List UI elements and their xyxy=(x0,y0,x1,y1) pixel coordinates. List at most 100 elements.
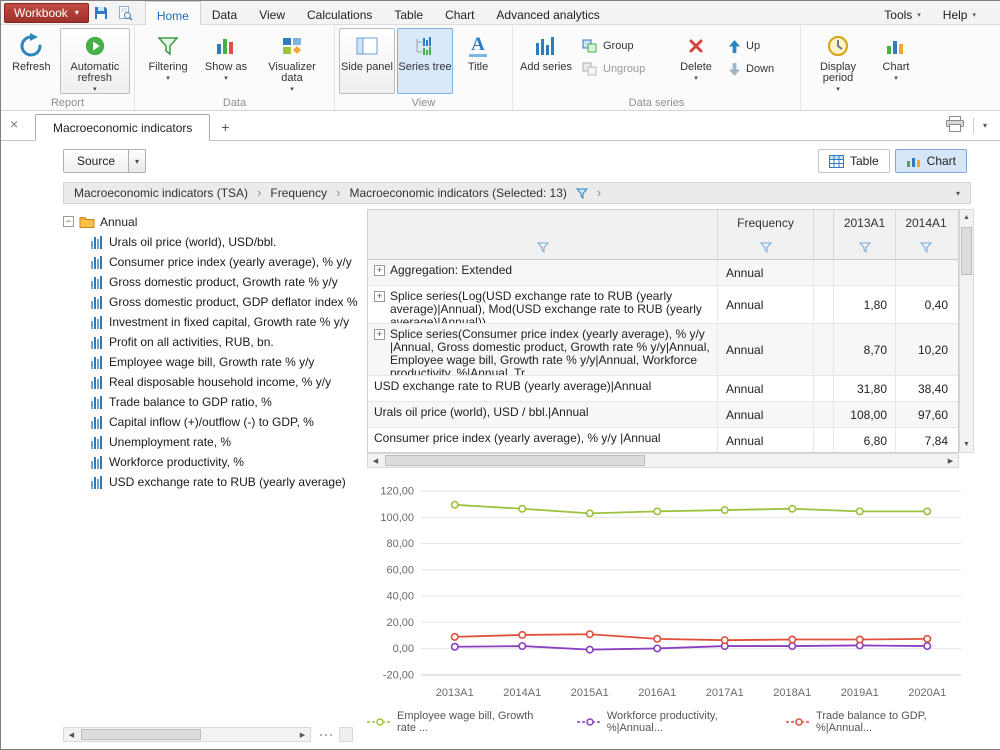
chevron-down-icon[interactable]: ▾ xyxy=(956,189,960,198)
table-row[interactable]: +Aggregation: ExtendedAnnual xyxy=(368,260,958,286)
table-row[interactable]: Urals oil price (world), USD / bbl.|Annu… xyxy=(368,402,958,428)
menu-item-calculations[interactable]: Calculations xyxy=(296,1,383,24)
tree-item[interactable]: Workforce productivity, % xyxy=(63,452,361,472)
delete-button[interactable]: Delete ▾ xyxy=(671,28,721,94)
source-button[interactable]: Source ▾ xyxy=(63,149,146,173)
chart-svg[interactable]: 120,00100,0080,0060,0040,0020,000,00-20,… xyxy=(367,479,973,705)
tree-item[interactable]: Gross domestic product, GDP deflator ind… xyxy=(63,292,361,312)
table-vscrollbar[interactable]: ▲ ▼ xyxy=(959,209,974,453)
menu-item-table[interactable]: Table xyxy=(383,1,434,24)
table-row[interactable]: Consumer price index (yearly average), %… xyxy=(368,428,958,453)
delete-label: Delete xyxy=(680,62,712,73)
add-series-button[interactable]: Add series xyxy=(517,28,575,94)
tree-item[interactable]: Real disposable household income, % y/y xyxy=(63,372,361,392)
tree-item[interactable]: Urals oil price (world), USD/bbl. xyxy=(63,232,361,252)
save-button[interactable] xyxy=(89,3,113,23)
tree-item[interactable]: Capital inflow (+)/outflow (-) to GDP, % xyxy=(63,412,361,432)
scroll-down-icon[interactable]: ▼ xyxy=(960,437,973,452)
header-2013-column[interactable]: 2013A1 xyxy=(834,210,896,259)
scrollbar-track[interactable] xyxy=(960,225,973,437)
add-tab-button[interactable]: + xyxy=(210,114,240,140)
tree-hscrollbar[interactable]: ◀ ▶ xyxy=(63,727,311,742)
scrollbar-thumb[interactable] xyxy=(385,455,645,466)
scroll-up-icon[interactable]: ▲ xyxy=(960,210,973,225)
side-panel-button[interactable]: Side panel xyxy=(339,28,395,94)
tree-item[interactable]: Profit on all activities, RUB, bn. xyxy=(63,332,361,352)
expand-icon[interactable]: + xyxy=(374,329,385,340)
table-row[interactable]: +Splice series(Log(USD exchange rate to … xyxy=(368,286,958,324)
tree-item[interactable]: Unemployment rate, % xyxy=(63,432,361,452)
header-name-column[interactable] xyxy=(368,210,718,259)
table-view-button[interactable]: Table xyxy=(818,149,890,173)
tree-item[interactable]: Consumer price index (yearly average), %… xyxy=(63,252,361,272)
breadcrumb-item-selection[interactable]: Macroeconomic indicators (Selected: 13) xyxy=(349,186,566,200)
legend-item[interactable]: Trade balance to GDP, %|Annual... xyxy=(786,710,973,734)
scroll-right-icon[interactable]: ▶ xyxy=(295,728,310,741)
visualizer-data-button[interactable]: Visualizer data ▾ xyxy=(255,28,329,94)
table-hscrollbar[interactable]: ◀ ▶ xyxy=(367,453,959,468)
printer-button[interactable] xyxy=(946,116,964,135)
display-period-button[interactable]: Display period ▾ xyxy=(805,28,871,94)
title-button[interactable]: A Title xyxy=(455,28,501,94)
refresh-button[interactable]: Refresh xyxy=(5,28,58,94)
menu-item-advanced-analytics[interactable]: Advanced analytics xyxy=(485,1,610,24)
filter-icon[interactable] xyxy=(760,242,772,253)
filter-icon[interactable] xyxy=(576,188,588,199)
table-row[interactable]: +Splice series(Consumer price index (yea… xyxy=(368,324,958,376)
menu-item-home[interactable]: Home xyxy=(145,1,201,25)
filter-icon[interactable] xyxy=(920,242,932,253)
legend-item[interactable]: Employee wage bill, Growth rate ... xyxy=(367,710,555,734)
menu-item-help[interactable]: Help▾ xyxy=(932,4,987,22)
expand-icon[interactable]: + xyxy=(374,265,385,276)
scrollbar-thumb[interactable] xyxy=(961,227,972,275)
move-up-button[interactable]: Up xyxy=(723,36,789,56)
workbook-menu-button[interactable]: Workbook ▾ xyxy=(4,3,89,23)
tree-item[interactable]: USD exchange rate to RUB (yearly average… xyxy=(63,472,361,492)
scroll-left-icon[interactable]: ◀ xyxy=(368,454,383,467)
close-panel-icon[interactable]: × xyxy=(10,117,18,131)
tree-item[interactable]: Investment in fixed capital, Growth rate… xyxy=(63,312,361,332)
scrollbar-thumb[interactable] xyxy=(81,729,201,740)
tree-item-label: Urals oil price (world), USD/bbl. xyxy=(109,235,276,249)
display-period-label: Display period xyxy=(807,62,869,84)
ungroup-button[interactable]: Ungroup xyxy=(577,59,669,79)
menu-item-chart[interactable]: Chart xyxy=(434,1,485,24)
menu-item-view[interactable]: View xyxy=(248,1,296,24)
chevron-down-icon[interactable]: ▾ xyxy=(129,149,146,173)
chevron-down-icon[interactable]: ▾ xyxy=(983,121,987,130)
breadcrumb-item-workbook[interactable]: Macroeconomic indicators (TSA) xyxy=(74,186,248,200)
table-row[interactable]: USD exchange rate to RUB (yearly average… xyxy=(368,376,958,402)
legend-item[interactable]: Workforce productivity, %|Annual... xyxy=(577,710,764,734)
panel-resize-grip[interactable] xyxy=(315,727,337,742)
scroll-right-icon[interactable]: ▶ xyxy=(943,454,958,467)
show-as-button[interactable]: Show as ▾ xyxy=(199,28,253,94)
automatic-refresh-button[interactable]: Automatic refresh ▾ xyxy=(60,28,130,94)
filter-icon[interactable] xyxy=(859,242,871,253)
collapse-icon[interactable]: − xyxy=(63,216,74,227)
svg-text:20,00: 20,00 xyxy=(386,617,414,629)
menu-item-data[interactable]: Data xyxy=(201,1,248,24)
tree-item[interactable]: Trade balance to GDP ratio, % xyxy=(63,392,361,412)
chart-ribbon-button[interactable]: Chart ▾ xyxy=(873,28,919,94)
header-2014-column[interactable]: 2014A1 xyxy=(896,210,956,259)
scroll-left-icon[interactable]: ◀ xyxy=(64,728,79,741)
tree-item[interactable]: Employee wage bill, Growth rate % y/y xyxy=(63,352,361,372)
series-tree-button[interactable]: Series tree xyxy=(397,28,453,94)
filtering-button[interactable]: Filtering ▾ xyxy=(139,28,197,94)
chart-view-button[interactable]: Chart xyxy=(895,149,967,173)
move-down-button[interactable]: Down xyxy=(723,59,789,79)
panel-splitter[interactable] xyxy=(339,727,353,742)
breadcrumb-item-frequency[interactable]: Frequency xyxy=(270,186,327,200)
menu-item-tools[interactable]: Tools▾ xyxy=(873,4,932,22)
group-button[interactable]: Group xyxy=(577,36,669,56)
scrollbar-track[interactable] xyxy=(383,454,943,467)
print-preview-button[interactable] xyxy=(113,3,137,23)
auto-refresh-icon xyxy=(84,32,106,60)
scrollbar-track[interactable] xyxy=(79,728,295,741)
header-frequency-column[interactable]: Frequency xyxy=(718,210,814,259)
filter-icon[interactable] xyxy=(537,242,549,253)
tree-root-annual[interactable]: − Annual xyxy=(63,211,361,232)
expand-icon[interactable]: + xyxy=(374,291,385,302)
tab-macroeconomic-indicators[interactable]: Macroeconomic indicators xyxy=(35,114,210,141)
tree-item[interactable]: Gross domestic product, Growth rate % y/… xyxy=(63,272,361,292)
